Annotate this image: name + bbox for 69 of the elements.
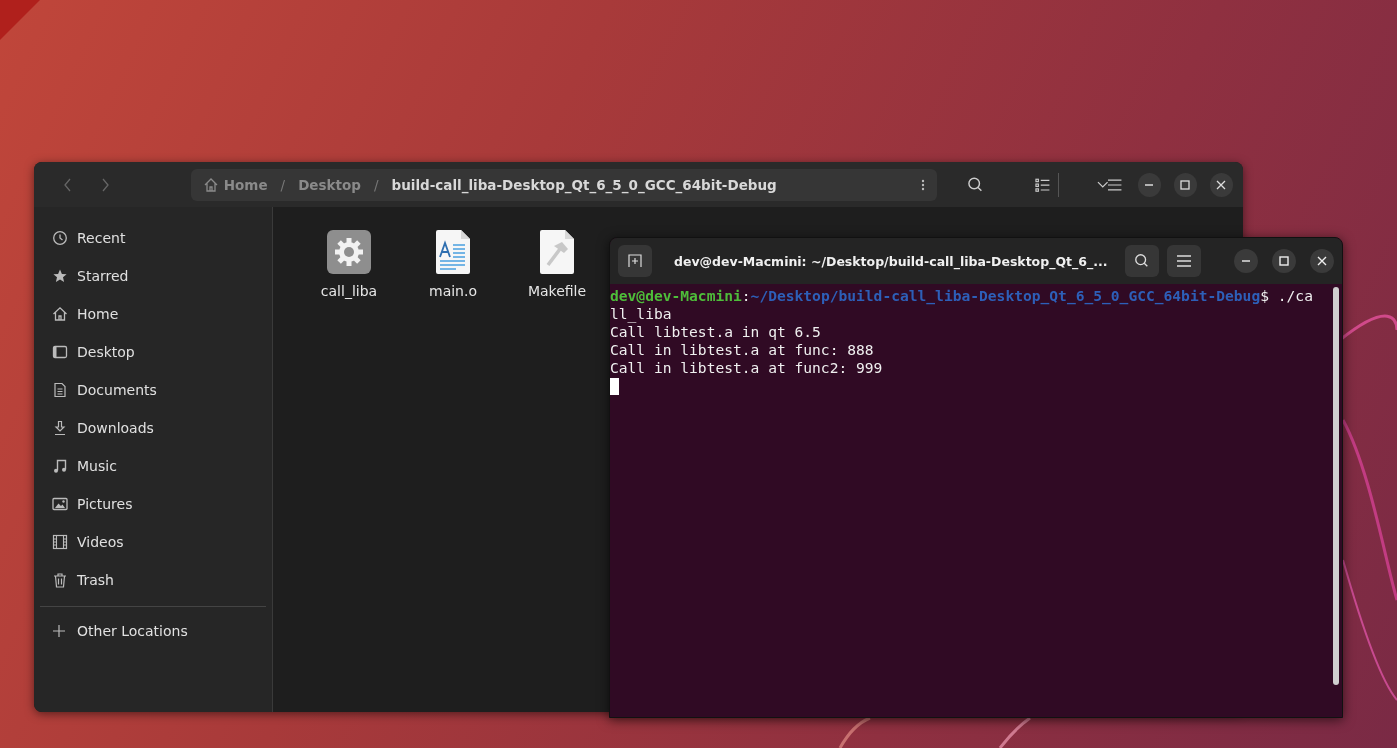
prompt-line: dev@dev-Macmini:~/Desktop/build-call_liba-Desktop_Qt_6_5_0_GCC_64bit-Debug$ ./ca <box>610 287 1314 305</box>
file-item[interactable]: call_liba <box>297 229 401 299</box>
sidebar-item[interactable]: Home <box>34 295 272 333</box>
list-view-icon[interactable] <box>1034 176 1050 193</box>
download-icon <box>52 420 68 436</box>
search-icon[interactable] <box>967 175 985 194</box>
output-line: Call in libtest.a at func2: 999 <box>610 359 884 377</box>
sidebar-item[interactable]: Recent <box>34 219 272 257</box>
menu-button[interactable] <box>1167 245 1202 277</box>
scrollbar[interactable] <box>1333 287 1339 685</box>
path-segment[interactable]: Desktop <box>298 176 361 193</box>
close-button[interactable] <box>1310 249 1334 273</box>
music-note-icon <box>52 458 68 474</box>
window-title: dev@dev-Macmini: ~/Desktop/build-call_liba-Desktop_Qt_6_... <box>674 253 1108 269</box>
maximize-button[interactable] <box>1272 249 1296 273</box>
minimize-button[interactable] <box>1137 172 1161 197</box>
path-segment[interactable]: build-call_liba-Desktop_Qt_6_5_0_GCC_64bit-Debug <box>391 176 777 193</box>
sidebar-item[interactable]: Pictures <box>34 485 272 523</box>
sidebar-item[interactable]: Desktop <box>34 333 272 371</box>
text-document-icon <box>434 229 472 275</box>
gear-icon <box>326 229 372 275</box>
close-icon <box>1216 179 1227 190</box>
sidebar-item[interactable]: Videos <box>34 523 272 561</box>
wallpaper-corner-drawing <box>0 0 40 40</box>
picture-icon <box>52 496 68 512</box>
output-line: Call libtest.a in qt 6.5 <box>610 323 822 341</box>
sidebar-item[interactable]: Other Locations <box>34 612 272 650</box>
more-icon[interactable] <box>921 178 926 191</box>
new-tab-button[interactable] <box>618 245 652 277</box>
sidebar-item[interactable]: Trash <box>34 561 272 599</box>
maximize-button[interactable] <box>1173 172 1197 197</box>
file-item[interactable]: Makefile <box>505 229 609 299</box>
maximize-icon <box>1279 256 1289 266</box>
minimize-icon <box>1241 260 1251 262</box>
sidebar-item[interactable]: Starred <box>34 257 272 295</box>
wallpaper-curve <box>838 716 871 748</box>
sidebar-item[interactable]: Documents <box>34 371 272 409</box>
path-separator: / <box>280 176 286 193</box>
file-item[interactable]: main.o <box>401 229 505 299</box>
forward-icon[interactable] <box>102 177 110 192</box>
minimize-icon <box>1144 183 1155 186</box>
menu-icon <box>1177 255 1192 267</box>
maximize-icon <box>1180 179 1191 190</box>
output-line: Call in libtest.a at func: 888 <box>610 341 875 359</box>
home-icon <box>52 306 68 322</box>
search-button[interactable] <box>1125 245 1160 277</box>
clock-icon <box>52 230 68 246</box>
plus-icon <box>52 624 66 638</box>
film-icon <box>52 534 68 550</box>
trash-icon <box>52 572 68 588</box>
output-line: ll_liba <box>610 305 673 323</box>
path-segment[interactable]: Home <box>223 176 268 193</box>
chevron-down-icon[interactable] <box>1096 180 1109 189</box>
text-cursor <box>610 378 619 395</box>
sidebar-item[interactable]: Music <box>34 447 272 485</box>
menu-icon[interactable] <box>1108 178 1122 191</box>
document-icon <box>52 382 68 398</box>
desktop-icon <box>52 344 68 360</box>
back-icon[interactable] <box>63 177 71 192</box>
wallpaper-curve <box>998 716 1031 748</box>
hammer-document-icon <box>538 229 576 275</box>
new-tab-icon <box>628 254 642 268</box>
star-icon <box>52 268 68 284</box>
close-button[interactable] <box>1209 172 1233 197</box>
path-separator: / <box>373 176 379 193</box>
close-icon <box>1317 256 1327 266</box>
sidebar-item[interactable]: Downloads <box>34 409 272 447</box>
minimize-button[interactable] <box>1234 249 1258 273</box>
home-icon <box>202 176 219 193</box>
